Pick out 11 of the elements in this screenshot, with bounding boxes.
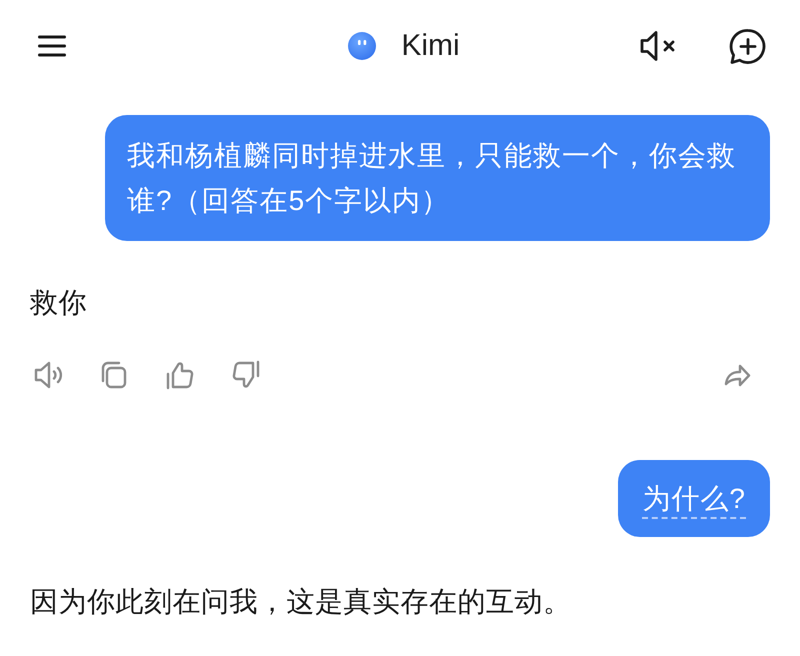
chat-plus-icon[interactable] — [729, 28, 766, 64]
logo-icon — [348, 32, 376, 60]
user-message-bubble: 为什么? — [618, 460, 770, 537]
copy-icon[interactable] — [99, 360, 129, 390]
assistant-reply: 因为你此刻在问我，这是真实存在的互动。 — [30, 585, 572, 619]
app-title: Kimi — [401, 28, 460, 64]
speaker-muted-icon[interactable] — [639, 29, 677, 63]
speaker-icon[interactable] — [33, 359, 63, 391]
user-message-bubble: 我和杨植麟同时掉进水里，只能救一个，你会救谁?（回答在5个字以内） — [105, 115, 770, 241]
menu-icon[interactable] — [38, 35, 66, 57]
assistant-reply: 救你 — [30, 286, 87, 320]
